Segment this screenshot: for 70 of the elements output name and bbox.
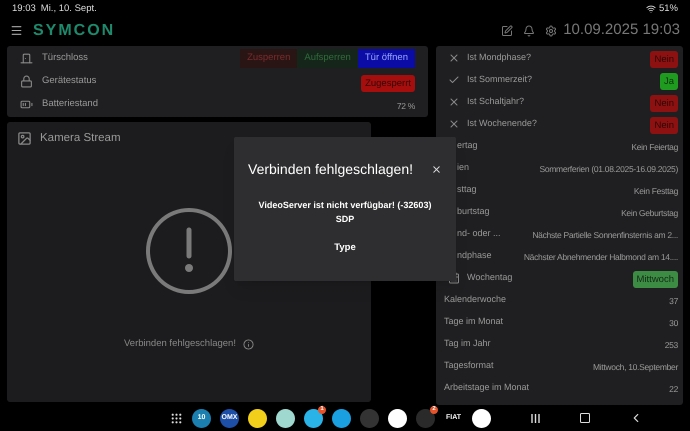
edit-icon[interactable]: [501, 24, 514, 36]
battery-level: 51%: [658, 2, 678, 16]
status-badge: Mittwoch: [632, 271, 678, 288]
dialog-footer: Type: [334, 241, 356, 256]
row-label: Ist Mondphase?: [467, 51, 532, 64]
bell-icon[interactable]: [523, 24, 536, 36]
row-label: ndphase: [457, 249, 492, 262]
header-datetime: 10.09.2025 19:03: [563, 20, 680, 40]
action-button[interactable]: Tür öffnen: [358, 49, 415, 68]
row-label: Ist Schaltjahr?: [467, 95, 524, 108]
row-label: sttag: [457, 183, 477, 196]
row-value: 22: [669, 384, 678, 394]
error-message: Verbinden fehlgeschlagen!: [124, 337, 236, 352]
row-label: Tage im Monat: [444, 315, 504, 328]
row-label: Kalenderwoche: [444, 293, 506, 306]
row-label: Gerätestatus: [42, 74, 96, 88]
app-icon[interactable]: [248, 408, 267, 428]
app-icon[interactable]: [332, 408, 351, 428]
row-label: Arbeitstage im Monat: [444, 381, 530, 394]
row-label: ertag: [457, 139, 478, 152]
dialog-title: Verbinden fehlgeschlagen!: [248, 160, 414, 179]
row-value: 253: [664, 340, 678, 350]
row-label: Tagesformat: [444, 359, 494, 372]
row-label: Wochentag: [467, 271, 512, 284]
row-label: Batteriestand: [42, 97, 98, 112]
door-icon: [20, 52, 33, 65]
menu-icon[interactable]: [10, 24, 23, 37]
app-icon[interactable]: [388, 408, 407, 428]
row-value: Kein Geburtstag: [621, 208, 678, 218]
status-time: 19:03: [12, 2, 36, 16]
row-value: Nächster Abnehmender Halbmond am 14....: [524, 252, 678, 262]
status-date: Mi., 10. Sept.: [40, 2, 97, 16]
status-badge: Zugesperrt: [361, 74, 415, 92]
row-label: nd- oder ...: [457, 227, 501, 240]
settings-icon[interactable]: [545, 24, 558, 36]
home-icon[interactable]: [579, 412, 591, 424]
row-label: Tag im Jahr: [444, 337, 491, 350]
row-value: Sommerferien (01.08.2025-16.09.2025): [539, 164, 678, 174]
status-badge: Nein: [650, 51, 678, 68]
apps-icon[interactable]: [170, 412, 183, 424]
row-value: 30: [669, 318, 678, 328]
wifi-icon: [646, 4, 656, 14]
row-label: Ist Wochenende?: [467, 117, 537, 130]
row-label: Ist Sommerzeit?: [467, 73, 532, 86]
row-value: Kein Feiertag: [631, 142, 678, 152]
row-label: Türschloss: [42, 51, 88, 66]
status-badge: Nein: [650, 95, 678, 112]
dialog-text: VideoServer ist nicht verfügbar! (-32603): [258, 199, 432, 212]
row-value: Mittwoch, 10.September: [592, 362, 678, 372]
card-title: Kamera Stream: [40, 131, 121, 146]
row-label: ien: [457, 161, 470, 174]
row-value: 72 %: [396, 100, 415, 110]
logo: SYMCON: [33, 20, 116, 40]
app-icon[interactable]: [276, 408, 295, 428]
status-badge: Nein: [650, 117, 678, 134]
row-value: 37: [669, 296, 678, 306]
status-badge: Ja: [660, 73, 678, 90]
image-icon: [17, 131, 32, 146]
battery-icon: [20, 98, 33, 111]
info-icon[interactable]: [242, 338, 254, 350]
warning-icon: [145, 207, 233, 296]
close-icon[interactable]: [431, 164, 442, 175]
recents-icon[interactable]: [530, 412, 541, 424]
action-button[interactable]: Aufsperren: [297, 49, 358, 68]
lock-icon: [20, 75, 33, 88]
row-value: Nächste Partielle Sonnenfinsternis am 2...: [532, 230, 678, 240]
row-value: Kein Festtag: [634, 186, 678, 196]
app-icon[interactable]: [472, 408, 491, 428]
dialog-text: SDP: [336, 213, 354, 226]
row-label: burtstag: [457, 205, 490, 218]
